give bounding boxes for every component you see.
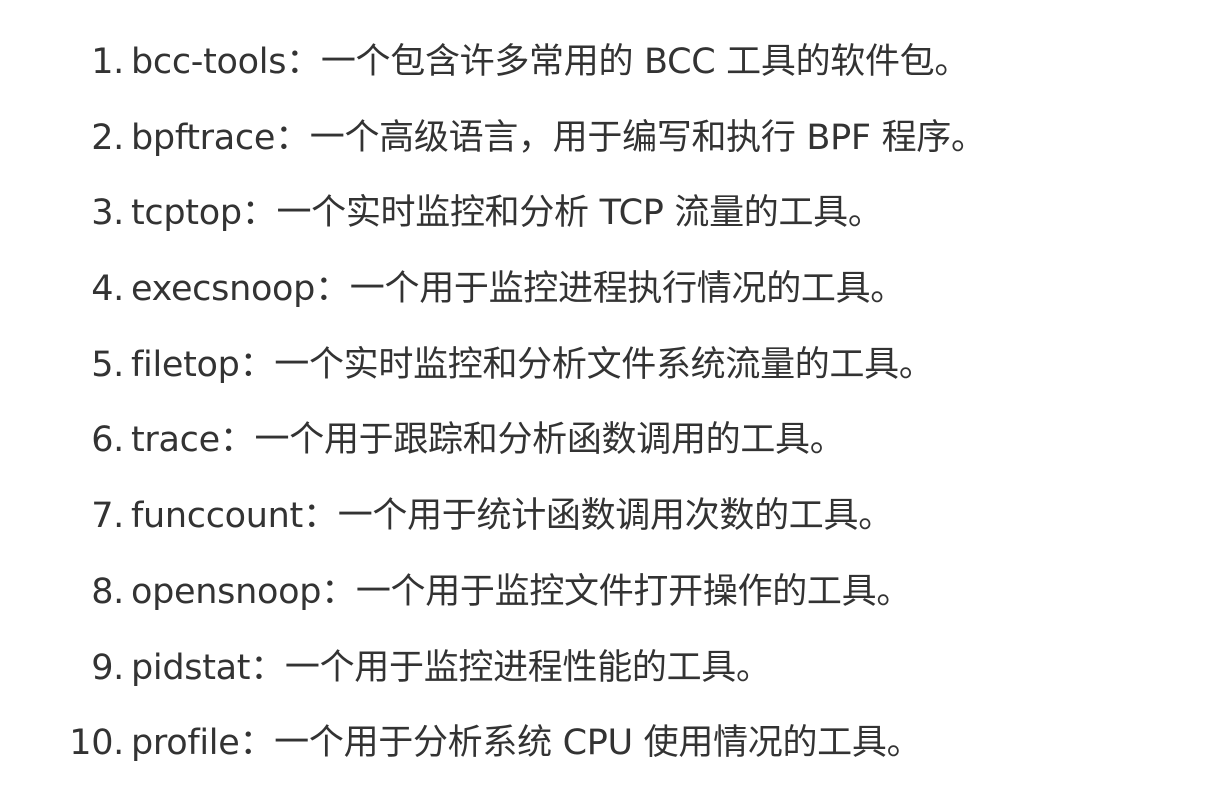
item-number: 2. bbox=[91, 117, 124, 158]
item-name: funccount bbox=[131, 496, 303, 537]
item-separator: ： bbox=[321, 571, 356, 612]
item-number: 7. bbox=[91, 496, 124, 537]
item-description: 一个用于监控进程性能的工具。 bbox=[284, 647, 771, 688]
item-name: bcc-tools bbox=[131, 42, 287, 82]
item-description: 一个实时监控和分析 TCP 流量的工具。 bbox=[276, 193, 883, 234]
item-name: opensnoop bbox=[131, 571, 322, 612]
list-item: 1. bcc-tools：一个包含许多常用的 BCC 工具的软件包。 bbox=[0, 25, 986, 101]
item-name: trace bbox=[131, 420, 220, 461]
list-item: 5. filetop：一个实时监控和分析文件系统流量的工具。 bbox=[0, 328, 986, 404]
item-separator: ： bbox=[302, 496, 338, 537]
item-name: tcptop bbox=[131, 193, 242, 234]
item-description: 一个包含许多常用的 BCC 工具的软件包。 bbox=[320, 42, 970, 82]
list-item: 8. opensnoop：一个用于监控文件打开操作的工具。 bbox=[0, 555, 986, 631]
item-name: profile bbox=[131, 723, 240, 764]
item-description: 一个用于监控文件打开操作的工具。 bbox=[355, 571, 912, 612]
list-item: 7. funccount：一个用于统计函数调用次数的工具。 bbox=[0, 479, 986, 555]
item-number: 10. bbox=[69, 723, 124, 764]
item-description: 一个实时监控和分析文件系统流量的工具。 bbox=[274, 344, 934, 385]
item-description: 一个用于监控进程执行情况的工具。 bbox=[349, 269, 906, 310]
item-description: 一个高级语言，用于编写和执行 BPF 程序。 bbox=[309, 117, 986, 158]
item-description: 一个用于跟踪和分析函数调用的工具。 bbox=[254, 420, 845, 461]
item-description: 一个用于分析系统 CPU 使用情况的工具。 bbox=[274, 723, 922, 764]
item-name: bpftrace bbox=[131, 117, 276, 158]
item-separator: ： bbox=[239, 723, 275, 764]
item-number: 9. bbox=[91, 647, 124, 688]
item-separator: ： bbox=[241, 193, 277, 234]
item-separator: ： bbox=[219, 420, 255, 461]
item-number: 5. bbox=[91, 344, 124, 385]
item-number: 8. bbox=[91, 571, 124, 612]
list-item: 9. pidstat：一个用于监控进程性能的工具。 bbox=[0, 631, 986, 707]
list-item: 4. execsnoop：一个用于监控进程执行情况的工具。 bbox=[0, 252, 986, 328]
item-name: execsnoop bbox=[131, 269, 316, 310]
item-separator: ： bbox=[275, 117, 310, 158]
list-item: 2. bpftrace：一个高级语言，用于编写和执行 BPF 程序。 bbox=[0, 101, 986, 177]
item-name: filetop bbox=[131, 344, 240, 385]
tool-list: 1. bcc-tools：一个包含许多常用的 BCC 工具的软件包。 2. bpft… bbox=[0, 25, 986, 782]
item-separator: ： bbox=[286, 42, 321, 82]
list-item: 10. profile：一个用于分析系统 CPU 使用情况的工具。 bbox=[0, 706, 986, 782]
item-separator: ： bbox=[250, 647, 285, 688]
item-description: 一个用于统计函数调用次数的工具。 bbox=[337, 496, 894, 537]
item-number: 6. bbox=[91, 420, 124, 461]
item-number: 3. bbox=[91, 193, 124, 234]
item-number: 1. bbox=[91, 42, 124, 82]
item-number: 4. bbox=[91, 269, 124, 310]
item-name: pidstat bbox=[131, 647, 251, 688]
item-separator: ： bbox=[315, 269, 350, 310]
item-separator: ： bbox=[239, 344, 275, 385]
list-item: 6. trace：一个用于跟踪和分析函数调用的工具。 bbox=[0, 403, 986, 479]
list-item: 3. tcptop：一个实时监控和分析 TCP 流量的工具。 bbox=[0, 176, 986, 252]
